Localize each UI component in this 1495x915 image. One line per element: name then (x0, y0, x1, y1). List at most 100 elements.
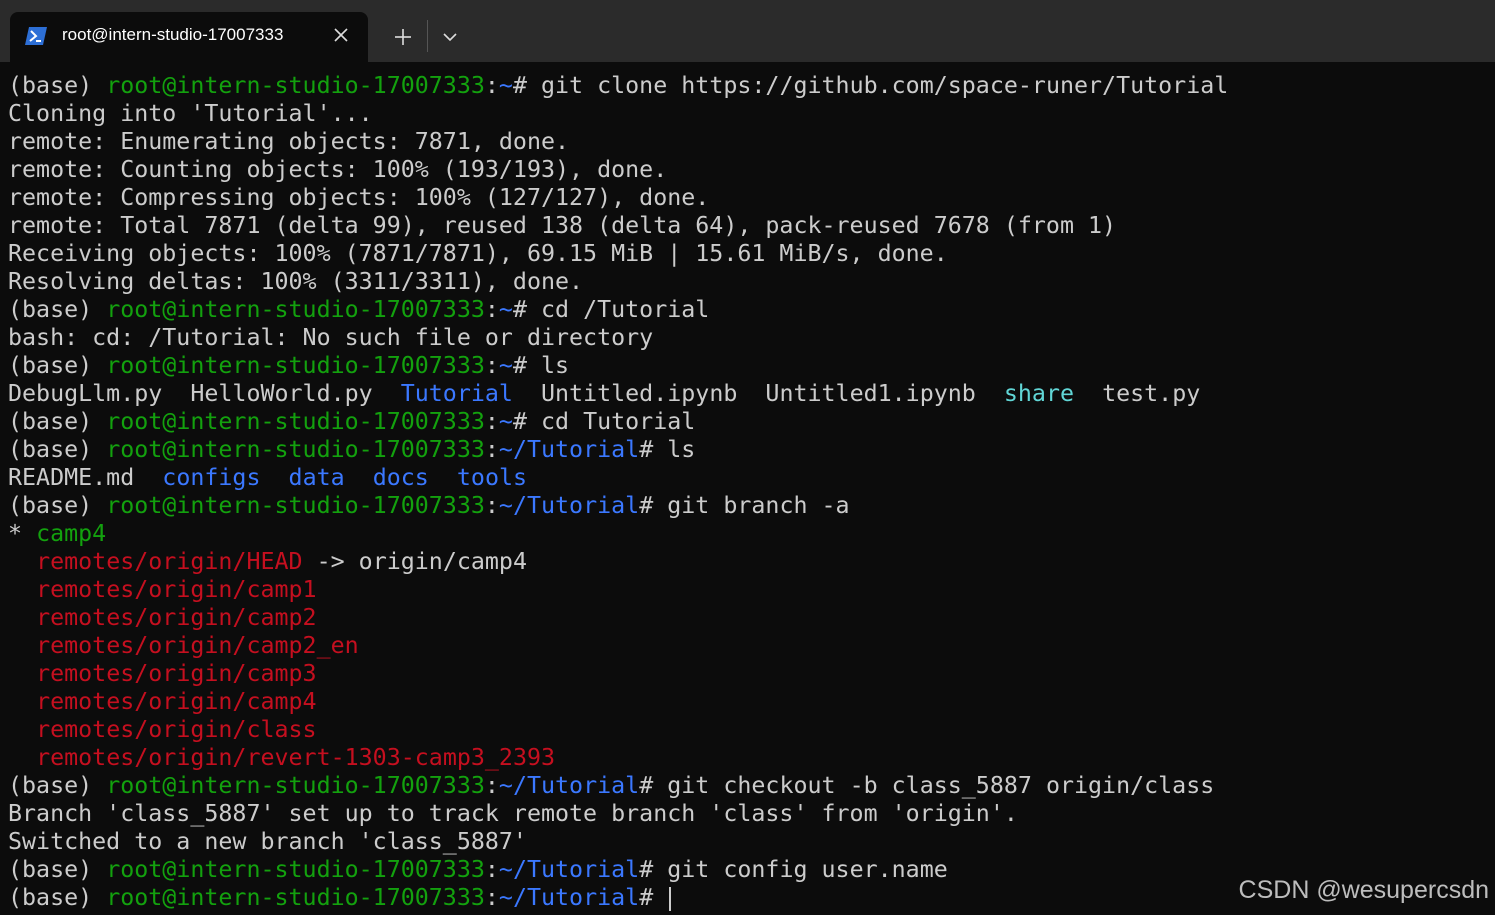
terminal-line: remotes/origin/revert-1303-camp3_2393 (8, 744, 1488, 772)
terminal-text-segment: root@intern-studio-17007333 (106, 884, 485, 911)
terminal-text-segment: (base) (8, 856, 107, 883)
terminal-text-segment: * (8, 520, 37, 547)
terminal-text-segment: : (484, 436, 499, 463)
terminal-line: remote: Total 7871 (delta 99), reused 13… (8, 212, 1488, 240)
terminal-text-segment: root@intern-studio-17007333 (106, 436, 485, 463)
terminal-line: remote: Counting objects: 100% (193/193)… (8, 156, 1488, 184)
terminal-text-segment: remotes/origin/HEAD (36, 548, 303, 575)
terminal-text-segment: : (484, 296, 499, 323)
terminal-line: remote: Enumerating objects: 7871, done. (8, 128, 1488, 156)
terminal-text-segment: remotes/origin/class (36, 716, 317, 743)
terminal-text-segment: remote: Enumerating objects: 7871, done. (8, 128, 570, 155)
terminal-line: (base) root@intern-studio-17007333:~/Tut… (8, 772, 1488, 800)
terminal-text-segment: Resolving deltas: 100% (3311/3311), done… (8, 268, 584, 295)
terminal-text-segment: # git checkout -b class_5887 origin/clas… (639, 772, 1215, 799)
close-icon[interactable] (328, 22, 354, 48)
terminal-text-segment: : (484, 772, 499, 799)
terminal-text-segment: camp4 (36, 520, 107, 547)
terminal-text-segment: (base) (8, 492, 107, 519)
terminal-text-segment: DebugLlm.py HelloWorld.py (8, 380, 401, 407)
terminal-line: remotes/origin/class (8, 716, 1488, 744)
terminal-text-segment: (base) (8, 352, 107, 379)
terminal-line: Switched to a new branch 'class_5887' (8, 828, 1488, 856)
terminal-text-segment: data (288, 464, 345, 491)
terminal-text-segment: README.md (8, 464, 163, 491)
terminal-text-segment: : (484, 884, 499, 911)
plus-icon[interactable] (388, 22, 418, 52)
terminal-text-segment: # (639, 884, 668, 911)
terminal-line: (base) root@intern-studio-17007333:~# gi… (8, 72, 1488, 100)
powershell-icon (25, 26, 47, 46)
terminal-text-segment: root@intern-studio-17007333 (106, 352, 485, 379)
text-cursor (669, 886, 672, 911)
terminal-line: Branch 'class_5887' set up to track remo… (8, 800, 1488, 828)
terminal-text-segment: (base) (8, 884, 107, 911)
terminal-text-segment: docs (372, 464, 429, 491)
terminal-line: (base) root@intern-studio-17007333:~# cd… (8, 296, 1488, 324)
terminal-line: (base) root@intern-studio-17007333:~# cd… (8, 408, 1488, 436)
terminal-line: remotes/origin/camp2_en (8, 632, 1488, 660)
terminal-line: remotes/origin/camp1 (8, 576, 1488, 604)
terminal-line: remotes/origin/HEAD -> origin/camp4 (8, 548, 1488, 576)
terminal-text-segment: tools (456, 464, 528, 491)
terminal-line: remotes/origin/camp3 (8, 660, 1488, 688)
terminal-text-segment: bash: cd: /Tutorial: No such file or dir… (8, 324, 654, 351)
terminal-text-segment: root@intern-studio-17007333 (106, 492, 485, 519)
terminal-text-segment: ~ (498, 72, 513, 99)
terminal-text-segment: remotes/origin/camp3 (36, 660, 317, 687)
terminal-line: DebugLlm.py HelloWorld.py Tutorial Untit… (8, 380, 1488, 408)
tab-title: root@intern-studio-17007333 (62, 25, 284, 44)
terminal-text-segment: root@intern-studio-17007333 (106, 856, 485, 883)
terminal-line: Receiving objects: 100% (7871/7871), 69.… (8, 240, 1488, 268)
terminal-text-segment: (base) (8, 296, 107, 323)
terminal-text-segment: Tutorial (400, 380, 513, 407)
terminal-tab[interactable]: root@intern-studio-17007333 (10, 12, 368, 62)
terminal-text-segment: # ls (512, 352, 570, 379)
terminal-line: remote: Compressing objects: 100% (127/1… (8, 184, 1488, 212)
terminal-text-segment: # ls (639, 436, 696, 463)
terminal-text-segment: # git clone https://github.com/space-run… (512, 72, 1229, 99)
terminal-line: (base) root@intern-studio-17007333:~/Tut… (8, 436, 1488, 464)
terminal-text-segment: : (484, 352, 499, 379)
terminal-text-segment: ~/Tutorial (498, 772, 640, 799)
terminal-text-segment: remotes/origin/camp2_en (36, 632, 359, 659)
terminal-text-segment: : (484, 408, 499, 435)
terminal-text-segment: : (484, 72, 499, 99)
terminal-text-segment: root@intern-studio-17007333 (106, 72, 485, 99)
terminal-text-segment: root@intern-studio-17007333 (106, 296, 485, 323)
terminal-text-segment: ~ (498, 408, 513, 435)
title-bar: root@intern-studio-17007333 (0, 0, 1495, 62)
terminal-text-segment: # cd /Tutorial (512, 296, 710, 323)
tab-divider (427, 20, 428, 52)
terminal-text-segment: Receiving objects: 100% (7871/7871), 69.… (8, 240, 948, 267)
terminal-text-segment: remote: Total 7871 (delta 99), reused 13… (8, 212, 1117, 239)
terminal-text-segment: Switched to a new branch 'class_5887' (8, 828, 527, 855)
terminal-text-segment: ~/Tutorial (498, 884, 640, 911)
terminal-text-segment: (base) (8, 772, 107, 799)
terminal-line: Resolving deltas: 100% (3311/3311), done… (8, 268, 1488, 296)
terminal-text-segment: # git config user.name (639, 856, 948, 883)
terminal-text-segment: remote: Counting objects: 100% (193/193)… (8, 156, 668, 183)
terminal-line: (base) root@intern-studio-17007333:~/Tut… (8, 492, 1488, 520)
terminal-output[interactable]: (base) root@intern-studio-17007333:~# gi… (8, 72, 1488, 912)
terminal-text-segment: remotes/origin/camp1 (36, 576, 317, 603)
terminal-text-segment: test.py (1074, 380, 1201, 407)
terminal-line: (base) root@intern-studio-17007333:~# ls (8, 352, 1488, 380)
terminal-text-segment: remotes/origin/camp2 (36, 604, 317, 631)
terminal-text-segment: ~ (498, 352, 513, 379)
terminal-text-segment: Branch 'class_5887' set up to track remo… (8, 800, 1018, 827)
terminal-text-segment: (base) (8, 436, 107, 463)
terminal-text-segment: ~/Tutorial (498, 856, 640, 883)
terminal-text-segment: root@intern-studio-17007333 (106, 772, 485, 799)
chevron-down-icon[interactable] (436, 22, 464, 52)
watermark: CSDN @wesupercsdn (1238, 876, 1489, 904)
terminal-line: remotes/origin/camp2 (8, 604, 1488, 632)
